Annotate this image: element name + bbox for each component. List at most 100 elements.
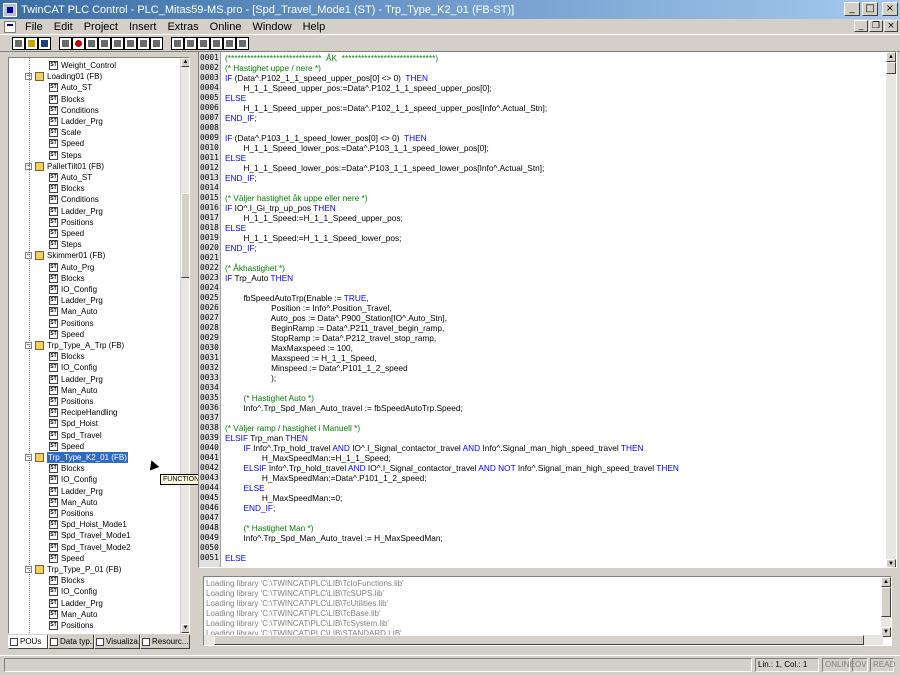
code-editor[interactable]: 0001 (***************************** ÅK **… [198,51,897,568]
tree-item[interactable]: ST Positions [9,508,179,519]
code-line[interactable]: 0016 IF IO^.I_Gi_trp_up_pos THEN [199,203,884,213]
code-line[interactable]: 0001 (***************************** ÅK **… [199,53,884,63]
tree-item[interactable]: ST Man_Auto [9,306,179,317]
doc-minimize-icon[interactable]: _ [854,20,868,32]
pane-splitter[interactable] [198,568,897,576]
code-line[interactable]: 0022 (* Åkhastighet *) [199,263,884,273]
code-line[interactable]: 0018 ELSE [199,223,884,233]
tree-item[interactable]: ST Conditions [9,194,179,205]
tree-item[interactable]: ST Spd_Hoist_Mode1 [9,519,179,530]
code-line[interactable]: 0011 ELSE [199,153,884,163]
code-line[interactable]: 0006 H_1_1_Speed_upper_pos:=Data^.P102_1… [199,103,884,113]
tree-item[interactable]: ST Conditions [9,105,179,116]
message-scroll-thumb[interactable] [881,587,891,617]
find-icon[interactable] [210,36,223,50]
code-line[interactable]: 0025 fbSpeedAutoTrp(Enable := TRUE, [199,293,884,303]
tree-item[interactable]: ST Man_Auto [9,385,179,396]
step-in-icon[interactable] [111,36,124,50]
menu-edit[interactable]: Edit [49,21,79,33]
code-line[interactable]: 0041 H_MaxSpeedMan:=H_1_1_Speed; [199,453,884,463]
code-line[interactable]: 0035 (* Hastighet Auto *) [199,393,884,403]
code-line[interactable]: 0013 END_IF; [199,173,884,183]
code-line[interactable]: 0020 END_IF; [199,243,884,253]
tree-item[interactable]: ST Blocks [9,351,179,362]
code-line[interactable]: 0049 Info^.Trp_Spd_Man_Auto_travel := H_… [199,533,884,543]
code-line[interactable]: 0017 H_1_1_Speed:=H_1_1_Speed_upper_pos; [199,213,884,223]
menu-file[interactable]: File [20,21,49,33]
tree-folder[interactable]: − Trp_Type_A_Trp (FB) [9,340,179,351]
run-icon[interactable] [85,36,98,50]
stop-icon[interactable] [72,36,85,50]
tree-item[interactable]: ST Ladder_Prg [9,598,179,609]
tree-item[interactable]: ST IO_Config [9,474,179,485]
code-line[interactable]: 0026 Position := Info^.Position_Travel, [199,303,884,313]
message-scrollbar[interactable]: ▲ ▼ [881,577,891,637]
step-over-icon[interactable] [98,36,111,50]
code-line[interactable]: 0042 ELSIF Info^.Trp_hold_travel AND IO^… [199,463,884,473]
editor-scroll-thumb[interactable] [886,62,896,74]
code-line[interactable]: 0029 StopRamp := Data^.P212_travel_stop_… [199,333,884,343]
code-line[interactable]: 0043 H_MaxSpeedMan:=Data^.P101_1_2_speed… [199,473,884,483]
code-line[interactable]: 0007 END_IF; [199,113,884,123]
tree-item[interactable]: ST Auto_Prg [9,262,179,273]
tree-folder[interactable]: − Skimmer01 (FB) [9,250,179,261]
tree-item[interactable]: ST Steps [9,239,179,250]
tree-item[interactable]: ST Positions [9,396,179,407]
code-line[interactable]: 0021 [199,253,884,263]
message-hscroll-thumb[interactable] [214,635,864,645]
minimize-icon[interactable]: _ [844,2,860,16]
menu-extras[interactable]: Extras [162,21,204,33]
write-values-icon[interactable] [137,36,150,50]
app-icon[interactable] [3,2,17,17]
code-line[interactable]: 0009 IF (Data^.P103_1_1_speed_lower_pos[0… [199,133,884,143]
tree-item[interactable]: ST Ladder_Prg [9,116,179,127]
code-line[interactable]: 0010 H_1_1_Speed_lower_pos:=Data^.P103_1… [199,143,884,153]
tree-item[interactable]: ST Ladder_Prg [9,295,179,306]
code-line[interactable]: 0039 ELSIF Trp_man THEN [199,433,884,443]
code-line[interactable]: 0037 [199,413,884,423]
tree-item[interactable]: ST Spd_Hoist [9,418,179,429]
code-line[interactable]: 0023 IF Trp_Auto THEN [199,273,884,283]
code-line[interactable]: 0012 H_1_1_Speed_lower_pos:=Data^.P103_1… [199,163,884,173]
login-icon[interactable] [59,36,72,50]
tree-item[interactable]: ST Blocks [9,273,179,284]
doc-close-icon[interactable]: × [884,20,898,32]
code-line[interactable]: 0048 (* Hastighet Man *) [199,523,884,533]
tree-item[interactable]: ST RecipeHandling [9,407,179,418]
tree-item[interactable]: ST Positions [9,318,179,329]
tree-item[interactable]: ST Steps [9,150,179,161]
replace-icon[interactable] [236,36,249,50]
tree-item[interactable]: ST Blocks [9,94,179,105]
tree-item[interactable]: ST Ladder_Prg [9,486,179,497]
tree-item[interactable]: ST Ladder_Prg [9,206,179,217]
code-line[interactable]: 0044 ELSE [199,483,884,493]
tree-item[interactable]: ST Man_Auto [9,497,179,508]
tree-item[interactable]: ST Spd_Travel_Mode2 [9,542,179,553]
tab-data-types[interactable]: Data typ... [48,635,94,649]
code-line[interactable]: 0046 END_IF; [199,503,884,513]
code-line[interactable]: 0038 (* Väljer ramp / hastighet i Manuell… [199,423,884,433]
tree-item[interactable]: ST Speed [9,138,179,149]
message-hscrollbar[interactable] [204,635,883,645]
code-line[interactable]: 0004 H_1_1_Speed_upper_pos:=Data^.P102_1… [199,83,884,93]
code-line[interactable]: 0033 ); [199,373,884,383]
maximize-icon[interactable]: □ [862,2,878,16]
document-window-icon[interactable] [4,20,16,33]
editor-scroll-up-icon[interactable]: ▲ [886,52,896,62]
code-line[interactable]: 0045 H_MaxSpeedMan:=0; [199,493,884,503]
code-line[interactable]: 0034 [199,383,884,393]
tree-item[interactable]: ST Blocks [9,183,179,194]
code-line[interactable]: 0014 [199,183,884,193]
force-values-icon[interactable] [150,36,163,50]
code-line[interactable]: 0028 BeginRamp := Data^.P211_travel_begi… [199,323,884,333]
new-file-icon[interactable] [12,36,25,50]
tab-pous[interactable]: POUs [8,635,48,649]
tree-scroll-thumb[interactable] [181,193,189,278]
tree-item[interactable]: ST Spd_Travel [9,430,179,441]
code-line[interactable]: 0002 (* Hastighet uppe / nere *) [199,63,884,73]
code-line[interactable]: 0040 IF Info^.Trp_hold_travel AND IO^.I_… [199,443,884,453]
code-line[interactable]: 0036 Info^.Trp_Spd_Man_Auto_travel := fb… [199,403,884,413]
doc-restore-icon[interactable]: ❐ [869,20,883,32]
tree-item[interactable]: ST Man_Auto [9,609,179,620]
scroll-down-icon[interactable]: ▼ [181,624,189,633]
